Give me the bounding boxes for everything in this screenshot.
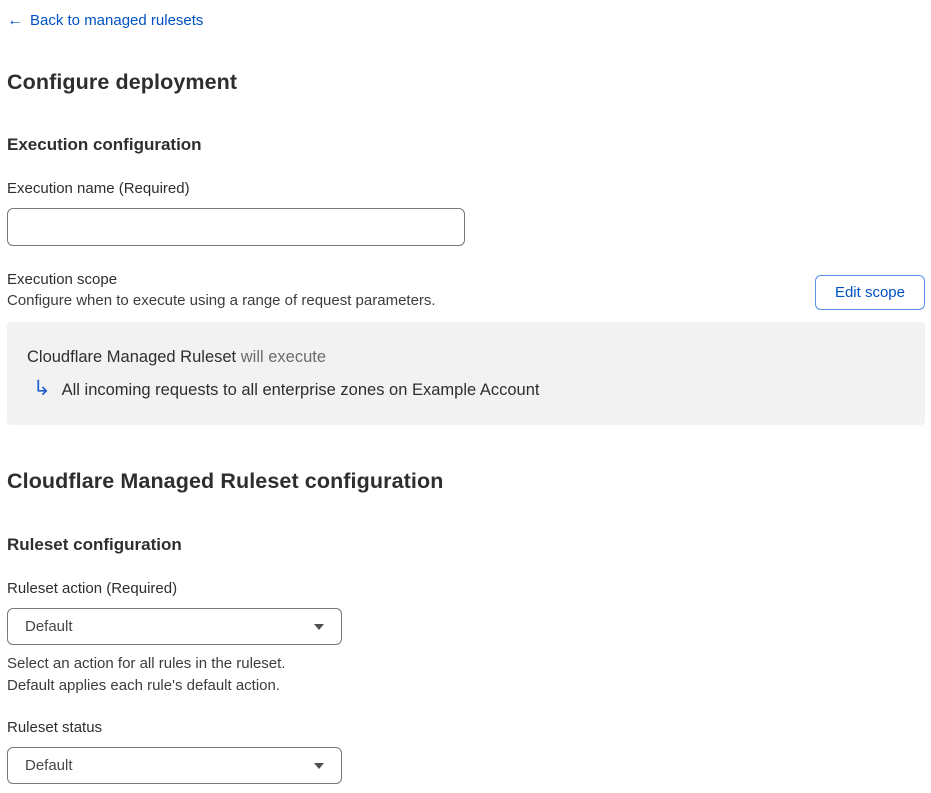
chevron-down-icon — [314, 762, 324, 769]
edit-scope-button[interactable]: Edit scope — [814, 275, 925, 310]
ruleset-action-help-2: Default applies each rule's default acti… — [7, 677, 281, 694]
scope-summary-text: All incoming requests to all enterprise … — [61, 381, 540, 399]
execution-scope-description: Configure when to execute using a range … — [7, 292, 436, 309]
chevron-down-icon — [314, 623, 324, 630]
execution-scope-text: Execution scope Configure when to execut… — [7, 269, 436, 311]
execution-configuration-heading: Execution configuration — [7, 135, 202, 154]
execution-name-input[interactable] — [7, 208, 465, 246]
ruleset-configuration-subheading: Ruleset configuration — [7, 535, 182, 554]
execution-scope-label: Execution scope — [7, 271, 118, 288]
ruleset-status-label: Ruleset status — [7, 719, 103, 736]
ruleset-configuration-heading: Cloudflare Managed Ruleset configuration — [7, 469, 444, 493]
scope-summary-detail: ↳ All incoming requests to all enterpris… — [27, 377, 905, 401]
execution-scope-row: Execution scope Configure when to execut… — [7, 269, 925, 311]
ruleset-action-selected-value: Default — [25, 618, 73, 635]
ruleset-status-select[interactable]: Default — [7, 747, 342, 784]
back-arrow-icon: ← — [7, 12, 23, 29]
configure-deployment-page: ← Back to managed rulesets Configure dep… — [0, 0, 931, 793]
ruleset-action-label: Ruleset action (Required) — [7, 580, 178, 597]
scope-summary-will-execute: will execute — [240, 348, 327, 366]
scope-summary-ruleset-name: Cloudflare Managed Ruleset — [27, 348, 237, 366]
page-title: Configure deployment — [7, 70, 238, 94]
scope-summary-heading: Cloudflare Managed Ruleset will execute — [27, 347, 905, 368]
ruleset-action-help-1: Select an action for all rules in the ru… — [7, 655, 286, 672]
scope-summary-box: Cloudflare Managed Ruleset will execute … — [7, 322, 925, 425]
ruleset-action-select[interactable]: Default — [7, 608, 342, 645]
ruleset-status-selected-value: Default — [25, 757, 73, 774]
execution-name-label: Execution name (Required) — [7, 180, 190, 197]
back-link[interactable]: ← Back to managed rulesets — [7, 12, 203, 30]
branch-arrow-icon: ↳ — [33, 377, 51, 400]
back-link-label: Back to managed rulesets — [30, 12, 204, 29]
